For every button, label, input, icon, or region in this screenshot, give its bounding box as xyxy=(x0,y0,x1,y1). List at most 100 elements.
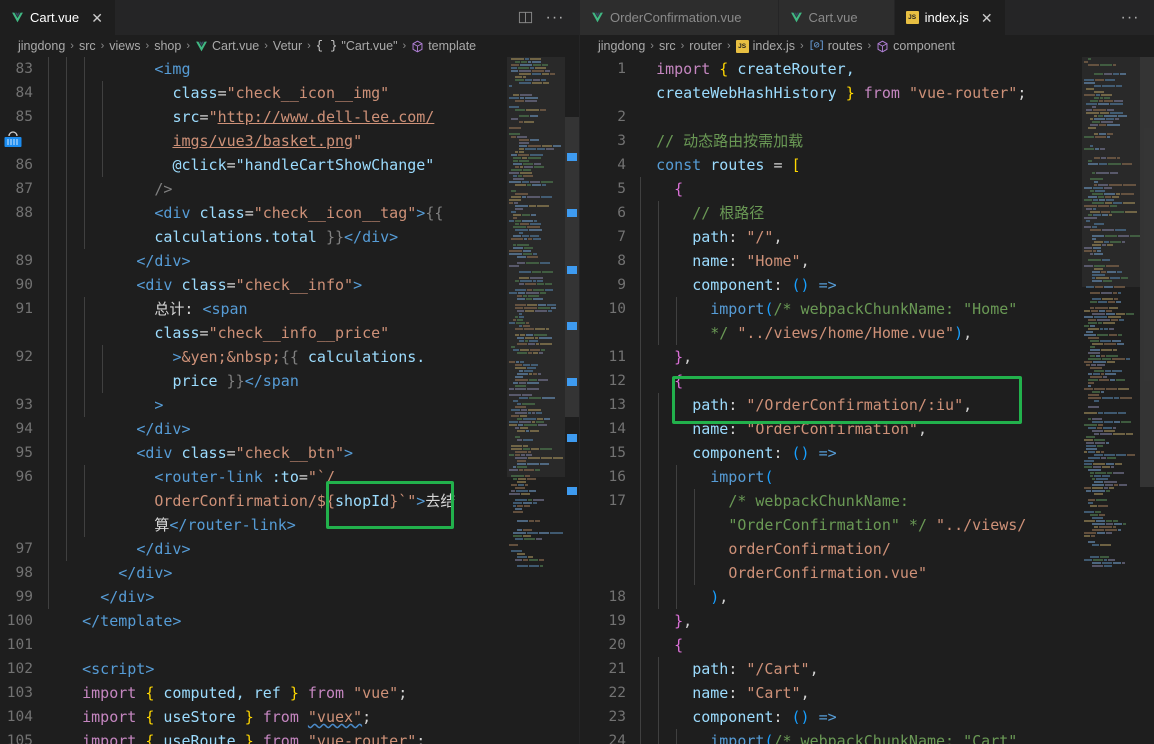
breadcrumb-item-component[interactable]: component xyxy=(876,39,955,53)
tab-index-js[interactable]: JS index.js ✕ xyxy=(894,0,1006,35)
code-line[interactable]: 99 </div> xyxy=(0,585,579,609)
code-line[interactable]: price }}</span xyxy=(0,369,579,393)
scrollbar-left[interactable] xyxy=(565,57,579,744)
code-line[interactable]: createWebHashHistory } from "vue-router"… xyxy=(580,81,1154,105)
code-line[interactable]: 15 component: () => xyxy=(580,441,1154,465)
code-line[interactable]: 94 </div> xyxy=(0,417,579,441)
code-token: <div xyxy=(154,204,200,222)
code-line[interactable]: 2 xyxy=(580,105,1154,129)
close-icon[interactable]: ✕ xyxy=(89,10,105,26)
code-line[interactable]: 90 <div class="check__info"> xyxy=(0,273,579,297)
code-line[interactable]: 95 <div class="check__btn"> xyxy=(0,441,579,465)
code-editor-right[interactable]: 1 import { createRouter, createWebHashHi… xyxy=(580,57,1154,744)
code-line[interactable]: 97 </div> xyxy=(0,537,579,561)
code-line[interactable]: 92 >&yen;&nbsp;{{ calculations. xyxy=(0,345,579,369)
code-token: </div> xyxy=(136,252,191,270)
code-line[interactable]: 101 xyxy=(0,633,579,657)
code-line[interactable]: 11 }, xyxy=(580,345,1154,369)
code-line[interactable]: 14 name: "OrderConfirmation", xyxy=(580,417,1154,441)
code-text: src="http://www.dell-lee.com/ xyxy=(4,105,579,147)
tab-cart-vue[interactable]: Cart.vue ✕ xyxy=(0,0,117,35)
code-line[interactable]: 8 name: "Home", xyxy=(580,249,1154,273)
breadcrumb-item-template[interactable]: template xyxy=(411,39,476,53)
line-number: 91 xyxy=(15,301,33,317)
code-line[interactable]: 23 component: () => xyxy=(580,705,1154,729)
code-line[interactable]: imgs/vue3/basket.png" xyxy=(0,129,579,153)
code-line[interactable]: 9 component: () => xyxy=(580,273,1154,297)
breadcrumb-item-jingdong[interactable]: jingdong xyxy=(598,39,645,53)
tab-cart-vue[interactable]: Cart.vue✕ xyxy=(778,0,895,35)
code-line[interactable]: 20 { xyxy=(580,633,1154,657)
code-line[interactable]: 24 import(/* webpackChunkName: "Cart" xyxy=(580,729,1154,744)
code-line[interactable]: "OrderConfirmation" */ "../views/ xyxy=(580,513,1154,537)
tab-orderconfirmation-vue[interactable]: OrderConfirmation.vue✕ xyxy=(580,0,779,35)
code-line[interactable]: 105 import { useRoute } from "vue-router… xyxy=(0,729,579,744)
code-line[interactable]: 89 </div> xyxy=(0,249,579,273)
breadcrumb-item-src[interactable]: src xyxy=(79,39,96,53)
breadcrumb-item-cart.vue[interactable]: { } "Cart.vue" xyxy=(316,39,398,53)
breadcrumb-item-index.js[interactable]: JS index.js xyxy=(735,39,795,53)
code-line[interactable]: 100 </template> xyxy=(0,609,579,633)
scrollbar-right[interactable] xyxy=(1140,57,1154,744)
code-line[interactable]: OrderConfirmation.vue" xyxy=(580,561,1154,585)
more-actions-icon[interactable]: ··· xyxy=(1116,4,1144,32)
code-line[interactable]: 98 </div> xyxy=(0,561,579,585)
code-token: " xyxy=(353,132,363,150)
code-line[interactable]: 103 import { computed, ref } from "vue"; xyxy=(0,681,579,705)
code-line[interactable]: 83 <img xyxy=(0,57,579,81)
code-line[interactable]: 13 path: "/OrderConfirmation/:iu", xyxy=(580,393,1154,417)
code-line[interactable]: 22 name: "Cart", xyxy=(580,681,1154,705)
code-line[interactable]: 88 <div class="check__icon__tag">{{ xyxy=(0,201,579,225)
minimap-left[interactable] xyxy=(507,57,565,744)
breadcrumb-item-shop[interactable]: shop xyxy=(154,39,181,53)
code-line[interactable]: 5 { xyxy=(580,177,1154,201)
code-line[interactable]: 4 const routes = [ xyxy=(580,153,1154,177)
line-number: 97 xyxy=(15,541,33,557)
breadcrumb-item-jingdong[interactable]: jingdong xyxy=(18,39,65,53)
code-line[interactable]: OrderConfirmation/${shopId}`">去结 xyxy=(0,489,579,513)
code-line[interactable]: 17 /* webpackChunkName: xyxy=(580,489,1154,513)
code-line[interactable]: */ "../views/home/Home.vue"), xyxy=(580,321,1154,345)
breadcrumb-item-vetur[interactable]: Vetur xyxy=(273,39,302,53)
code-line[interactable]: 16 import( xyxy=(580,465,1154,489)
minimap-right[interactable] xyxy=(1082,57,1140,744)
code-line[interactable]: 1 import { createRouter, xyxy=(580,57,1154,81)
code-line[interactable]: 85 src="http://www.dell-lee.com/ xyxy=(0,105,579,147)
code-line[interactable]: calculations.total }}</div> xyxy=(0,225,579,249)
line-number: 90 xyxy=(15,277,33,293)
code-line[interactable]: 18 ), xyxy=(580,585,1154,609)
code-line[interactable]: 93 > xyxy=(0,393,579,417)
breadcrumb-item-views[interactable]: views xyxy=(109,39,140,53)
code-line[interactable]: 21 path: "/Cart", xyxy=(580,657,1154,681)
code-line[interactable]: 104 import { useStore } from "vuex"; xyxy=(0,705,579,729)
code-text: }, xyxy=(638,609,1154,633)
breadcrumb-item-src[interactable]: src xyxy=(659,39,676,53)
code-line[interactable]: 19 }, xyxy=(580,609,1154,633)
code-line[interactable]: 91 总计: <span xyxy=(0,297,579,321)
code-text: import( xyxy=(638,465,1154,489)
code-line[interactable]: class="check__info__price" xyxy=(0,321,579,345)
split-editor-icon[interactable] xyxy=(511,4,539,32)
breadcrumb-item-routes[interactable]: [⊘] routes xyxy=(809,39,863,53)
code-line[interactable]: 87 /> xyxy=(0,177,579,201)
code-line[interactable]: 3 // 动态路由按需加载 xyxy=(580,129,1154,153)
code-line[interactable]: 102 <script> xyxy=(0,657,579,681)
code-line[interactable]: 86 @click="handleCartShowChange" xyxy=(0,153,579,177)
code-line[interactable]: 84 class="check__icon__img" xyxy=(0,81,579,105)
code-line[interactable]: 算</router-link> xyxy=(0,513,579,537)
code-line[interactable]: 10 import(/* webpackChunkName: "Home" xyxy=(580,297,1154,321)
breadcrumb-item-cart.vue[interactable]: Cart.vue xyxy=(195,39,259,53)
code-text: name: "Cart", xyxy=(638,681,1154,705)
code-line[interactable]: orderConfirmation/ xyxy=(580,537,1154,561)
code-line[interactable]: 7 path: "/", xyxy=(580,225,1154,249)
code-line[interactable]: 6 // 根路径 xyxy=(580,201,1154,225)
code-editor-left[interactable]: 83 <img 84 class="check__icon__img" 85 src… xyxy=(0,57,579,744)
code-line[interactable]: 96 <router-link :to="`/ xyxy=(0,465,579,489)
code-line[interactable]: 12 { xyxy=(580,369,1154,393)
breadcrumb-item-router[interactable]: router xyxy=(689,39,722,53)
close-icon[interactable]: ✕ xyxy=(979,10,995,26)
image-preview-icon[interactable] xyxy=(2,129,24,151)
more-actions-icon[interactable]: ··· xyxy=(541,4,569,32)
